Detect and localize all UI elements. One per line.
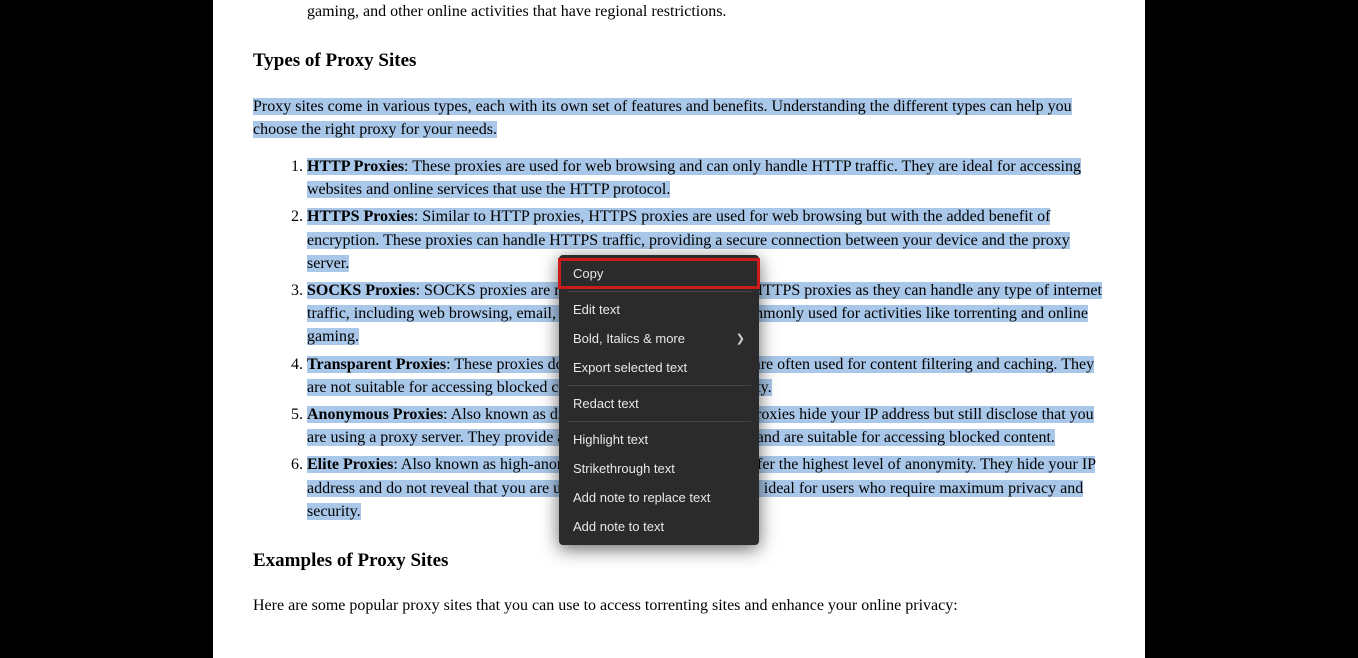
ctx-redact-text[interactable]: Redact text [559, 389, 759, 418]
types-intro: Proxy sites come in various types, each … [253, 95, 1105, 141]
intro-tail: gaming, and other online activities that… [307, 0, 1105, 23]
chevron-right-icon: ❯ [736, 332, 745, 345]
ctx-bold-italics[interactable]: Bold, Italics & more ❯ [559, 324, 759, 353]
examples-intro: Here are some popular proxy sites that y… [253, 594, 1105, 617]
ctx-add-note-replace[interactable]: Add note to replace text [559, 483, 759, 512]
ctx-export-selected[interactable]: Export selected text [559, 353, 759, 382]
ctx-edit-text[interactable]: Edit text [559, 295, 759, 324]
ctx-copy[interactable]: Copy [559, 259, 759, 288]
separator [567, 291, 751, 292]
ctx-add-note[interactable]: Add note to text [559, 512, 759, 541]
heading-types: Types of Proxy Sites [253, 47, 1105, 75]
list-item: HTTP Proxies: These proxies are used for… [307, 155, 1105, 201]
selected-text: Proxy sites come in various types, each … [253, 98, 1072, 138]
context-menu[interactable]: Copy Edit text Bold, Italics & more ❯ Ex… [559, 255, 759, 545]
ctx-strikethrough-text[interactable]: Strikethrough text [559, 454, 759, 483]
ctx-highlight-text[interactable]: Highlight text [559, 425, 759, 454]
separator [567, 421, 751, 422]
separator [567, 385, 751, 386]
heading-examples: Examples of Proxy Sites [253, 547, 1105, 575]
